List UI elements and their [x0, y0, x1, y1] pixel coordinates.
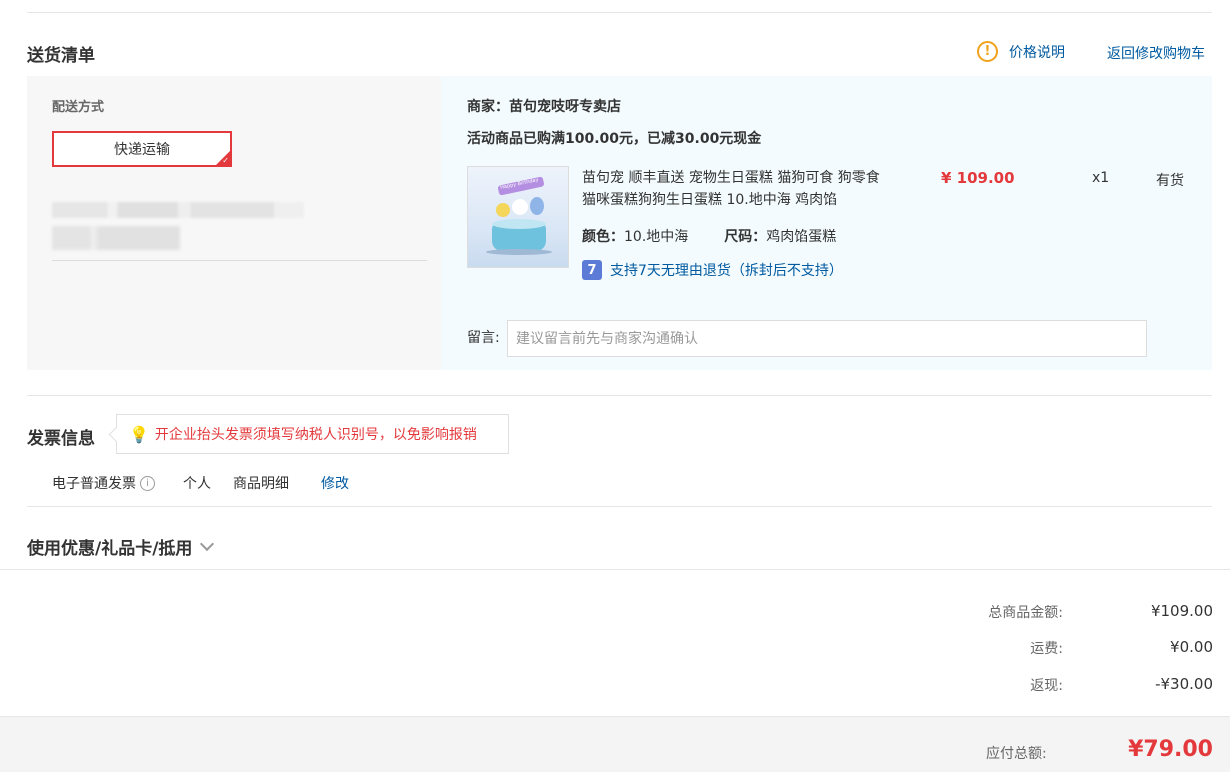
total-label: 应付总额: [986, 746, 1047, 762]
invoice-tip: 💡 开企业抬头发票须填写纳税人识别号，以免影响报销 [116, 414, 509, 454]
stock-status: 有货 [1156, 173, 1184, 189]
coupon-toggle[interactable]: 使用优惠/礼品卡/抵用 [27, 534, 215, 559]
summary-divider [0, 569, 1230, 570]
goods-total-value: ¥109.00 [1150, 602, 1213, 620]
color-label: 颜色： [582, 229, 624, 245]
delivery-list-title: 送货清单 [27, 46, 95, 66]
express-delivery-option[interactable]: 快递运输 ✓ [52, 131, 232, 167]
cake-plate [486, 249, 552, 255]
return-policy[interactable]: 7 支持7天无理由退货（拆封后不支持） [582, 260, 843, 280]
warning-icon: ! [977, 41, 998, 62]
invoice-content: 商品明细 [233, 476, 289, 492]
total-value: ¥79.00 [1128, 737, 1213, 762]
invoice-title: 发票信息 [27, 429, 95, 449]
invoice-type: 电子普通发票 [52, 476, 136, 492]
bulb-icon: 💡 [129, 424, 149, 444]
price-note-link[interactable]: ! 价格说明 [977, 41, 1065, 62]
delivery-method-label: 配送方式 [52, 100, 105, 115]
shipping-value: ¥0.00 [1170, 638, 1213, 656]
product-price: ¥ 109.00 [941, 169, 1015, 187]
delivery-method-panel: 配送方式 快递运输 ✓ [27, 76, 441, 370]
info-icon[interactable]: i [140, 475, 155, 491]
section-divider [27, 395, 1212, 396]
chevron-down-icon [200, 536, 215, 552]
address-divider [52, 260, 427, 261]
back-to-cart-link[interactable]: 返回修改购物车 [1107, 43, 1205, 63]
color-value: 10.地中海 [624, 229, 689, 245]
product-attributes: 颜色： 10.地中海 尺码： 鸡肉馅蛋糕 [582, 226, 836, 246]
coupon-title: 使用优惠/礼品卡/抵用 [27, 539, 193, 559]
goods-total-row: 总商品金额: ¥109.00 [943, 602, 1213, 622]
product-name-link[interactable]: 苗句宠 顺丰直送 宠物生日蛋糕 猫狗可食 狗零食猫咪蛋糕狗狗生日蛋糕 10.地中… [582, 167, 892, 211]
cashback-row: 返现: -¥30.00 [943, 675, 1213, 695]
invoice-tip-text: 开企业抬头发票须填写纳税人识别号，以免影响报销 [154, 427, 477, 443]
invoice-edit-link[interactable]: 修改 [321, 473, 349, 493]
return-policy-label: 支持7天无理由退货（拆封后不支持） [610, 263, 843, 279]
blurred-address-line-2 [52, 226, 180, 250]
check-mark-icon: ✓ [222, 156, 229, 165]
message-label: 留言: [467, 330, 500, 346]
cashback-label: 返现: [1030, 678, 1063, 694]
promo-text: 活动商品已购满100.00元，已减30.00元现金 [467, 131, 762, 147]
size-label: 尺码： [724, 229, 767, 245]
express-delivery-label: 快递运输 [114, 142, 170, 158]
size-value: 鸡肉馅蛋糕 [766, 229, 837, 245]
message-input[interactable] [507, 320, 1147, 357]
cashback-value: -¥30.00 [1155, 675, 1213, 693]
price-note-label: 价格说明 [1009, 44, 1065, 61]
shipping-row: 运费: ¥0.00 [943, 638, 1213, 658]
invoice-holder: 个人 [183, 476, 211, 492]
product-quantity: x1 [1092, 170, 1110, 186]
cake-decoration [530, 197, 544, 215]
seven-day-return-icon: 7 [582, 260, 602, 280]
merchant-name: 商家：苗句宠吱呀专卖店 [467, 99, 621, 115]
cake-top [492, 219, 546, 229]
merchant-order-panel: 商家：苗句宠吱呀专卖店 活动商品已购满100.00元，已减30.00元现金 Ha… [441, 76, 1212, 370]
goods-total-label: 总商品金额: [988, 605, 1063, 621]
total-bar: 应付总额: ¥79.00 [0, 716, 1230, 772]
product-image[interactable]: Happy Birthday [467, 166, 569, 268]
cake-decoration [512, 199, 528, 215]
blurred-address-line-1 [52, 202, 304, 218]
invoice-summary-row: 电子普通发票 i 个人 商品明细 修改 [52, 473, 349, 493]
cake-decoration [496, 203, 510, 217]
shipping-label: 运费: [1030, 641, 1063, 657]
section-divider [27, 506, 1212, 507]
top-divider [27, 12, 1212, 13]
